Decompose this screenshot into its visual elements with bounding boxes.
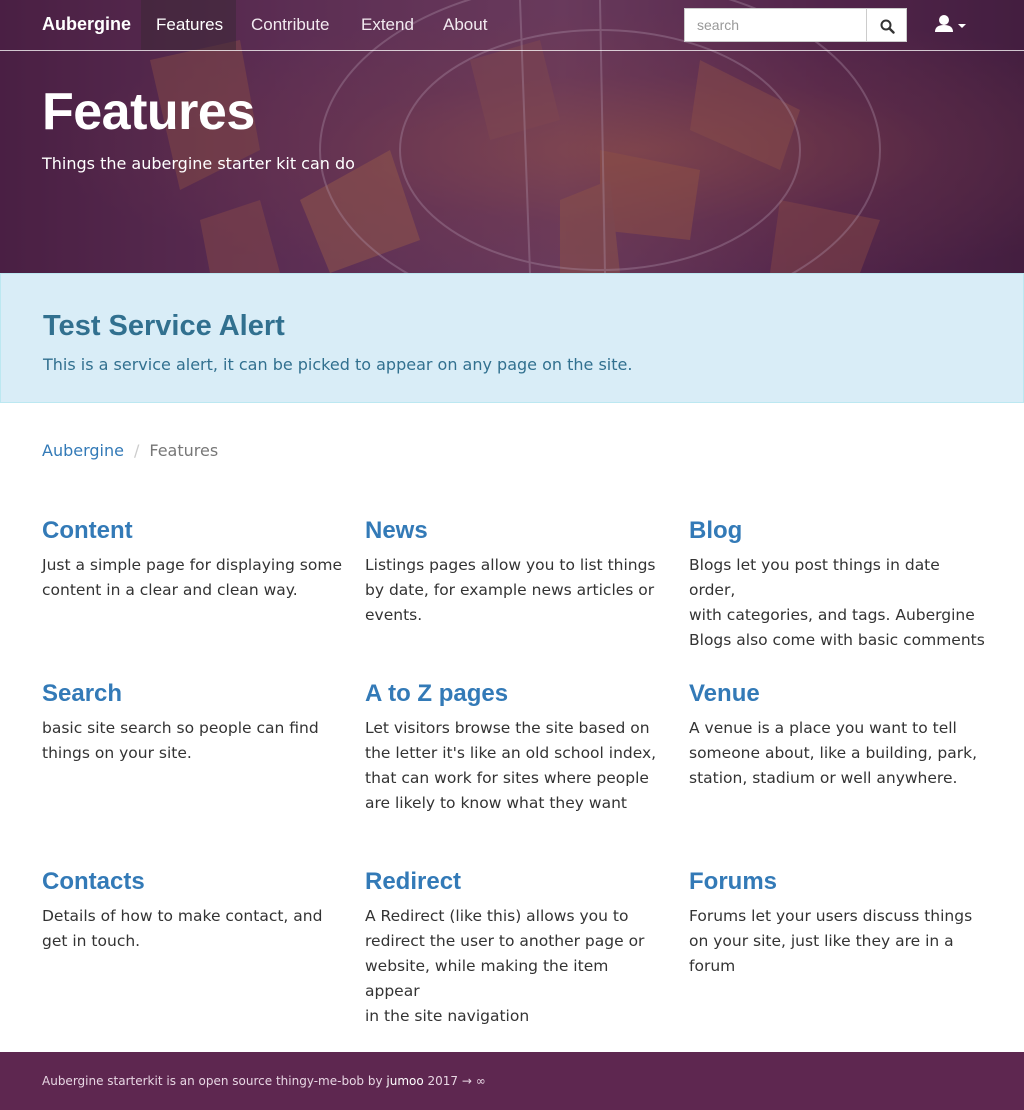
feature-card-redirect: Redirect A Redirect (like this) allows y… xyxy=(365,868,665,1029)
nav-item-extend[interactable]: Extend xyxy=(346,0,429,50)
feature-card-forums: Forums Forums let your users discuss thi… xyxy=(689,868,989,979)
nav-item-contribute[interactable]: Contribute xyxy=(236,0,344,50)
feature-card-news: News Listings pages allow you to list th… xyxy=(365,517,665,628)
navbar: Aubergine Features Contribute Extend Abo… xyxy=(0,0,1024,51)
search-button[interactable] xyxy=(866,8,907,42)
hero-banner: Aubergine Features Contribute Extend Abo… xyxy=(0,0,1024,273)
feature-title-link[interactable]: Venue xyxy=(689,680,989,708)
breadcrumb-home-link[interactable]: Aubergine xyxy=(42,441,124,460)
feature-card-a-to-z: A to Z pages Let visitors browse the sit… xyxy=(365,680,665,816)
feature-title-link[interactable]: Forums xyxy=(689,868,989,896)
feature-card-contacts: Contacts Details of how to make contact,… xyxy=(42,868,342,954)
feature-description: Details of how to make contact, and get i… xyxy=(42,907,323,950)
feature-title-link[interactable]: A to Z pages xyxy=(365,680,665,708)
feature-title-link[interactable]: Content xyxy=(42,517,342,545)
nav-item-features[interactable]: Features xyxy=(141,0,236,50)
feature-card-content: Content Just a simple page for displayin… xyxy=(42,517,342,603)
page-subtitle: Things the aubergine starter kit can do xyxy=(42,154,355,173)
feature-title-link[interactable]: Search xyxy=(42,680,342,708)
search-input[interactable] xyxy=(684,8,867,42)
nav-item-about[interactable]: About xyxy=(428,0,502,50)
feature-description: Just a simple page for displaying some co… xyxy=(42,556,342,599)
caret-down-icon xyxy=(958,24,966,28)
page-title: Features xyxy=(42,83,255,141)
feature-description: Forums let your users discuss things on y… xyxy=(689,907,973,975)
feature-description: Listings pages allow you to list things b… xyxy=(365,556,656,624)
user-icon xyxy=(935,15,966,32)
footer: Aubergine starterkit is an open source t… xyxy=(0,1052,1024,1110)
breadcrumb-separator: / xyxy=(133,441,140,460)
breadcrumb: Aubergine / Features xyxy=(42,441,218,460)
alert-title: Test Service Alert xyxy=(43,310,285,342)
feature-card-search: Search basic site search so people can f… xyxy=(42,680,342,766)
feature-description: Let visitors browse the site based on the… xyxy=(365,719,657,812)
feature-card-venue: Venue A venue is a place you want to tel… xyxy=(689,680,989,791)
feature-title-link[interactable]: Contacts xyxy=(42,868,342,896)
feature-description: A Redirect (like this) allows you to redi… xyxy=(365,907,645,1025)
brand-logo[interactable]: Aubergine xyxy=(42,14,131,35)
footer-text: Aubergine starterkit is an open source t… xyxy=(42,1074,486,1088)
alert-text: This is a service alert, it can be picke… xyxy=(43,355,633,374)
search-icon xyxy=(880,19,895,34)
service-alert: Test Service Alert This is a service ale… xyxy=(0,273,1024,403)
feature-title-link[interactable]: Redirect xyxy=(365,868,665,896)
breadcrumb-current: Features xyxy=(149,441,219,460)
feature-description: A venue is a place you want to tell someo… xyxy=(689,719,978,787)
footer-jumoo-link[interactable]: jumoo xyxy=(386,1074,423,1088)
feature-card-blog: Blog Blogs let you post things in date o… xyxy=(689,517,989,653)
feature-description: basic site search so people can find thin… xyxy=(42,719,319,762)
user-menu-dropdown[interactable] xyxy=(934,14,970,36)
feature-description: Blogs let you post things in date order,… xyxy=(689,556,985,649)
feature-title-link[interactable]: Blog xyxy=(689,517,989,545)
feature-title-link[interactable]: News xyxy=(365,517,665,545)
